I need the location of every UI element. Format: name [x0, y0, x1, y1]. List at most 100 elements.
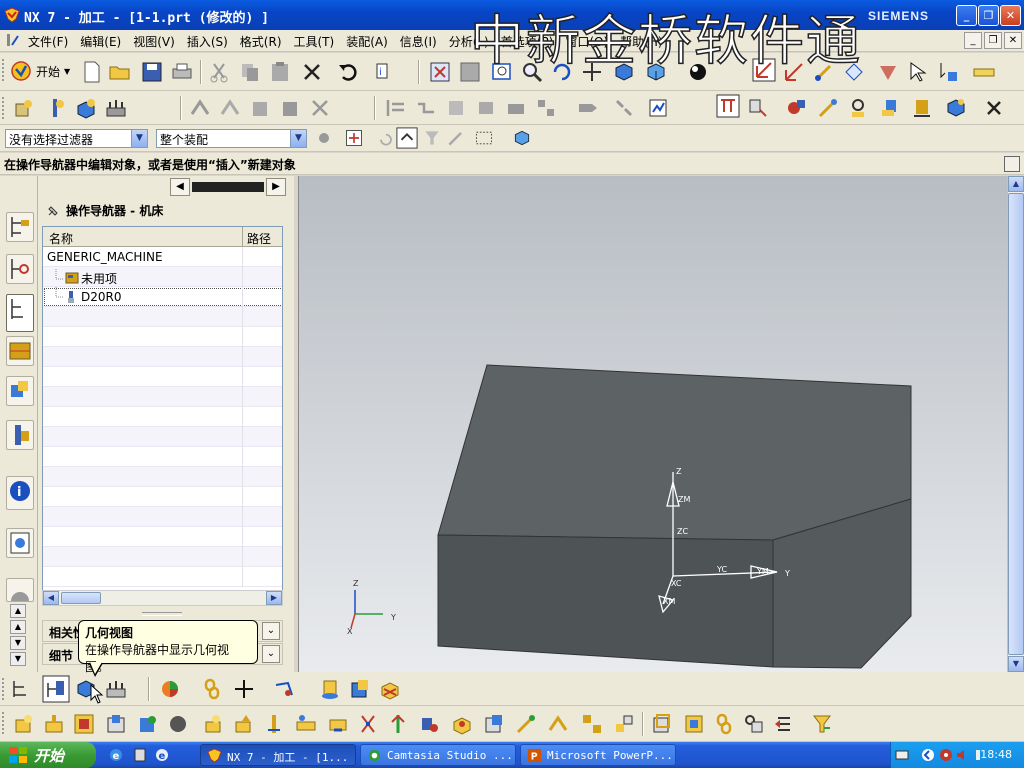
tree-row-d20r0[interactable]: D20R0	[43, 287, 282, 307]
filter-icon[interactable]	[422, 128, 442, 148]
display-object-icon[interactable]	[910, 96, 934, 120]
scroll-left-icon[interactable]: ◀	[43, 591, 59, 605]
list-toolpath-icon[interactable]	[444, 96, 468, 120]
tree-row-generic-machine[interactable]: GENERIC_MACHINE	[43, 247, 282, 267]
restore-button[interactable]: ❐	[978, 5, 999, 26]
menu-window[interactable]: 窗口(O)	[565, 33, 608, 50]
measure-icon[interactable]	[972, 60, 996, 84]
type-filter-combo[interactable]: 没有选择过滤器 ▼	[5, 129, 148, 148]
cylinder-icon[interactable]	[318, 677, 342, 701]
generic-motion-icon[interactable]	[580, 712, 604, 736]
select-all-icon[interactable]	[396, 127, 418, 149]
snap-point-icon[interactable]	[936, 60, 960, 84]
mill-contour-icon[interactable]	[546, 712, 570, 736]
create-operation-icon[interactable]	[12, 712, 36, 736]
create-tool-icon[interactable]	[44, 96, 68, 120]
drill-icon[interactable]	[202, 712, 226, 736]
pan-icon[interactable]	[580, 60, 604, 84]
resource-scroll-up-icon[interactable]: ▲	[10, 604, 26, 618]
fixed-contour-icon[interactable]	[166, 712, 190, 736]
list-display-icon[interactable]	[772, 712, 796, 736]
windows-start-button[interactable]: 开始	[0, 742, 96, 768]
part-cube-icon[interactable]	[512, 128, 532, 148]
program-order-view-icon[interactable]	[716, 94, 740, 118]
full-screen-icon[interactable]	[1004, 156, 1020, 172]
blank-display-icon[interactable]	[682, 712, 706, 736]
menu-analysis[interactable]: 分析(L)	[449, 33, 489, 50]
toolbar-grip[interactable]	[2, 678, 6, 700]
delete-operation-icon[interactable]	[308, 96, 332, 120]
method-view-icon[interactable]	[104, 677, 128, 701]
copy-icon[interactable]	[238, 60, 262, 84]
viewport-canvas[interactable]: Z ZM ZC XC YC YM Y XM Z Y X	[299, 176, 1008, 672]
close-button[interactable]: ✕	[1000, 5, 1021, 26]
mill-multi-blade-icon[interactable]	[482, 712, 506, 736]
workpiece-display-icon[interactable]	[650, 712, 674, 736]
feeds-speeds-icon[interactable]	[846, 96, 870, 120]
zoom-box-icon[interactable]	[490, 60, 514, 84]
shaded-view-icon[interactable]	[612, 60, 636, 84]
mill-control-icon[interactable]	[418, 712, 442, 736]
quick-pick-icon[interactable]	[446, 128, 466, 148]
tree-horizontal-scrollbar[interactable]: ◀ ▶	[42, 590, 283, 606]
graphics-vertical-scrollbar[interactable]: ▲ ▼	[1007, 176, 1024, 672]
menu-file[interactable]: 文件(F)	[28, 33, 68, 50]
chevron-down-icon[interactable]: ⌄	[262, 645, 280, 663]
menu-information[interactable]: 信息(I)	[400, 33, 437, 50]
rectangle-select-icon[interactable]	[474, 128, 494, 148]
menu-format[interactable]: 格式(R)	[240, 33, 282, 50]
scroll-thumb[interactable]	[61, 592, 101, 604]
chain-link-icon[interactable]	[200, 677, 224, 701]
postprocess-icon[interactable]	[576, 96, 600, 120]
open-folder-icon[interactable]	[108, 60, 132, 84]
deselect-icon[interactable]	[376, 128, 396, 148]
wcs-origin-icon[interactable]	[812, 60, 836, 84]
menu-grip-icon[interactable]	[6, 33, 20, 47]
media-quick-icon[interactable]	[132, 747, 148, 763]
constraint-navigator-icon[interactable]	[6, 254, 34, 284]
snap-point-toggle-icon[interactable]	[344, 128, 364, 148]
turn-rough-icon[interactable]	[294, 712, 318, 736]
attribute-icon[interactable]	[742, 712, 766, 736]
shop-doc-icon[interactable]	[612, 96, 636, 120]
column-divider[interactable]	[242, 227, 243, 247]
block-top-face[interactable]	[437, 364, 912, 541]
navigator-tree[interactable]: 名称 路径 GENERIC_MACHINE 未用项 D20R0	[42, 226, 283, 606]
new-file-icon[interactable]	[80, 60, 104, 84]
chevron-right-icon[interactable]: ▶	[266, 178, 286, 196]
ie-quick-icon[interactable]: e	[108, 747, 124, 763]
block-icon[interactable]	[348, 677, 372, 701]
close-toolbar-icon[interactable]	[982, 96, 1006, 120]
filter-arrow-icon[interactable]	[810, 712, 834, 736]
replay-toolpath-icon[interactable]	[414, 96, 438, 120]
simulate-machine-icon[interactable]	[504, 96, 528, 120]
point-icon[interactable]	[232, 677, 256, 701]
zlevel-mill-icon[interactable]	[136, 712, 160, 736]
blank-icon[interactable]	[378, 677, 402, 701]
scroll-thumb[interactable]	[1008, 193, 1024, 655]
background-icon[interactable]	[686, 60, 710, 84]
wire-edm-icon[interactable]	[356, 712, 380, 736]
chevron-down-icon[interactable]: ▼	[131, 130, 147, 147]
slider-track[interactable]	[192, 182, 264, 192]
cut-icon[interactable]	[208, 60, 232, 84]
paste-icon[interactable]	[268, 60, 292, 84]
column-path[interactable]: 路径	[247, 230, 271, 247]
edit-object-icon[interactable]	[784, 96, 808, 120]
zoom-window-icon[interactable]	[458, 60, 482, 84]
clock[interactable]: 18:48	[980, 748, 1012, 761]
panel-splitter[interactable]	[142, 612, 182, 616]
nx-app-icon[interactable]	[4, 7, 20, 23]
tray-arrow-icon[interactable]	[921, 748, 935, 762]
task-camtasia[interactable]: Camtasia Studio ...	[360, 744, 516, 766]
graphics-window[interactable]: Z ZM ZC XC YC YM Y XM Z Y X	[298, 176, 1007, 672]
command-finder-icon[interactable]: i	[372, 60, 396, 84]
camtasia-recording-icon[interactable]	[939, 748, 953, 762]
scroll-right-icon[interactable]: ▶	[266, 591, 282, 605]
chevron-down-icon[interactable]: ▼	[290, 130, 306, 147]
menu-insert[interactable]: 插入(S)	[187, 33, 228, 50]
planar-mill-icon[interactable]	[42, 712, 66, 736]
select-icon[interactable]	[906, 60, 930, 84]
face-mill-icon[interactable]	[72, 712, 96, 736]
cavity-mill-icon[interactable]	[104, 712, 128, 736]
